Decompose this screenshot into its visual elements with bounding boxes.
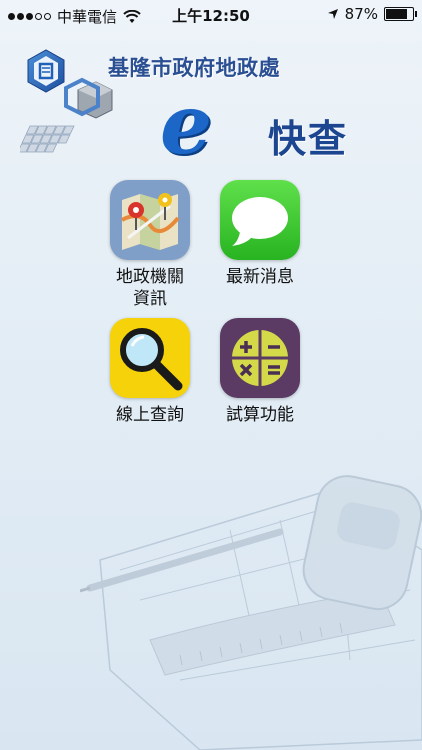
menu-label: 試算功能 (226, 405, 294, 425)
status-right: 87% (327, 5, 417, 23)
battery-fill (386, 9, 407, 19)
e-logo-letter: e (160, 77, 213, 173)
calculator-icon[interactable] (220, 318, 300, 398)
background-blueprint-illustration (80, 475, 422, 750)
status-bar: 中華電信 上午12:50 87% (0, 0, 422, 30)
map-pin-icon[interactable] (110, 180, 190, 260)
location-arrow-icon (327, 9, 338, 19)
app-title: 快查 (268, 116, 349, 161)
menu-label: 線上查詢 (116, 405, 184, 425)
speech-bubble-icon[interactable] (220, 180, 300, 260)
battery-percent: 87% (344, 5, 378, 23)
menu-item-online-search[interactable]: 線上查詢 (90, 318, 210, 426)
battery-icon (384, 7, 417, 21)
menu-item-calculation[interactable]: 試算功能 (200, 318, 320, 426)
menu-label: 最新消息 (226, 267, 294, 287)
magnifier-icon[interactable] (110, 318, 190, 398)
menu-label: 地政機關 資訊 (116, 267, 184, 309)
menu-item-land-office-info[interactable]: 地政機關 資訊 (90, 180, 210, 310)
menu-item-latest-news[interactable]: 最新消息 (200, 180, 320, 288)
